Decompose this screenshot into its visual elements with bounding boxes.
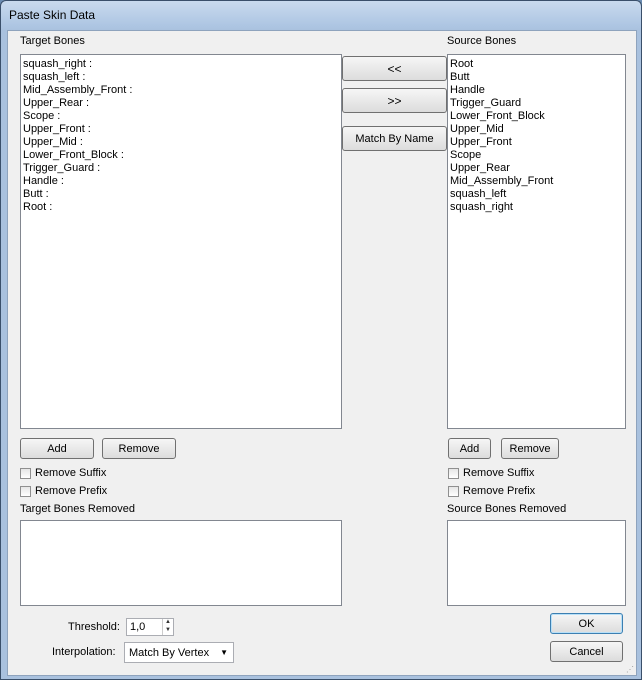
source-bones-label: Source Bones (447, 35, 517, 47)
list-item[interactable]: Scope : (21, 110, 341, 123)
cancel-button[interactable]: Cancel (550, 641, 623, 662)
match-by-name-button[interactable]: Match By Name (342, 126, 447, 151)
list-item[interactable]: Trigger_Guard (448, 97, 625, 110)
threshold-value[interactable]: 1,0 (130, 621, 145, 633)
list-item[interactable]: squash_left (448, 188, 625, 201)
list-item[interactable]: Upper_Mid (448, 123, 625, 136)
move-left-button[interactable]: << (342, 56, 447, 81)
list-item[interactable]: squash_right : (21, 58, 341, 71)
list-item[interactable]: Upper_Rear : (21, 97, 341, 110)
source-remove-prefix-label: Remove Prefix (463, 485, 536, 497)
spinner-up-icon[interactable]: ▲ (163, 619, 173, 627)
list-item[interactable]: Lower_Front_Block : (21, 149, 341, 162)
list-item[interactable]: Trigger_Guard : (21, 162, 341, 175)
list-item[interactable]: Mid_Assembly_Front (448, 175, 625, 188)
list-item[interactable]: Handle : (21, 175, 341, 188)
source-remove-suffix-label: Remove Suffix (463, 467, 535, 479)
list-item[interactable]: Root (448, 58, 625, 71)
list-item[interactable]: Upper_Front (448, 136, 625, 149)
target-remove-button[interactable]: Remove (102, 438, 176, 459)
ok-button[interactable]: OK (550, 613, 623, 634)
target-remove-suffix-checkbox[interactable]: Remove Suffix (20, 467, 106, 479)
target-remove-prefix-checkbox[interactable]: Remove Prefix (20, 485, 107, 497)
dialog-window: Paste Skin Data Target Bones squash_righ… (0, 0, 642, 680)
spinner-down-icon[interactable]: ▼ (163, 627, 173, 635)
resize-grip-icon[interactable]: ⋰ (626, 665, 636, 675)
source-remove-button[interactable]: Remove (501, 438, 559, 459)
source-bones-removed-list[interactable] (447, 520, 626, 606)
source-bones-removed-label: Source Bones Removed (447, 503, 567, 515)
dialog-client: Target Bones squash_right : squash_left :… (7, 30, 637, 676)
interpolation-label: Interpolation: (52, 646, 116, 658)
checkbox-box[interactable] (448, 485, 459, 497)
spinner-arrows[interactable]: ▲ ▼ (162, 619, 173, 635)
list-item[interactable]: Butt (448, 71, 625, 84)
window-title: Paste Skin Data (9, 8, 96, 22)
list-item[interactable]: Upper_Rear (448, 162, 625, 175)
move-right-button[interactable]: >> (342, 88, 447, 113)
list-item[interactable]: Handle (448, 84, 625, 97)
source-add-button[interactable]: Add (448, 438, 491, 459)
interpolation-value: Match By Vertex (129, 647, 210, 659)
chevron-down-icon[interactable]: ▼ (220, 648, 228, 657)
target-bones-removed-list[interactable] (20, 520, 342, 606)
threshold-spinner[interactable]: 1,0 ▲ ▼ (126, 618, 174, 636)
source-remove-suffix-checkbox[interactable]: Remove Suffix (448, 467, 534, 479)
target-bones-removed-label: Target Bones Removed (20, 503, 135, 515)
list-item[interactable]: Butt : (21, 188, 341, 201)
interpolation-dropdown[interactable]: Match By Vertex ▼ (124, 642, 234, 663)
source-remove-prefix-checkbox[interactable]: Remove Prefix (448, 485, 535, 497)
target-bones-label: Target Bones (20, 35, 85, 47)
list-item[interactable]: Upper_Front : (21, 123, 341, 136)
checkbox-box[interactable] (20, 485, 31, 497)
target-remove-prefix-label: Remove Prefix (35, 485, 108, 497)
target-bones-list[interactable]: squash_right : squash_left : Mid_Assembly_… (20, 54, 342, 429)
list-item[interactable]: squash_right (448, 201, 625, 214)
checkbox-box[interactable] (20, 467, 31, 479)
source-bones-list[interactable]: Root Butt Handle Trigger_Guard Lower_Front_B… (447, 54, 626, 429)
checkbox-box[interactable] (448, 467, 459, 479)
title-bar[interactable]: Paste Skin Data (1, 1, 641, 29)
list-item[interactable]: Root : (21, 201, 341, 214)
list-item[interactable]: Upper_Mid : (21, 136, 341, 149)
list-item[interactable]: squash_left : (21, 71, 341, 84)
target-add-button[interactable]: Add (20, 438, 94, 459)
list-item[interactable]: Scope (448, 149, 625, 162)
threshold-label: Threshold: (68, 621, 120, 633)
list-item[interactable]: Mid_Assembly_Front : (21, 84, 341, 97)
list-item[interactable]: Lower_Front_Block (448, 110, 625, 123)
target-remove-suffix-label: Remove Suffix (35, 467, 107, 479)
